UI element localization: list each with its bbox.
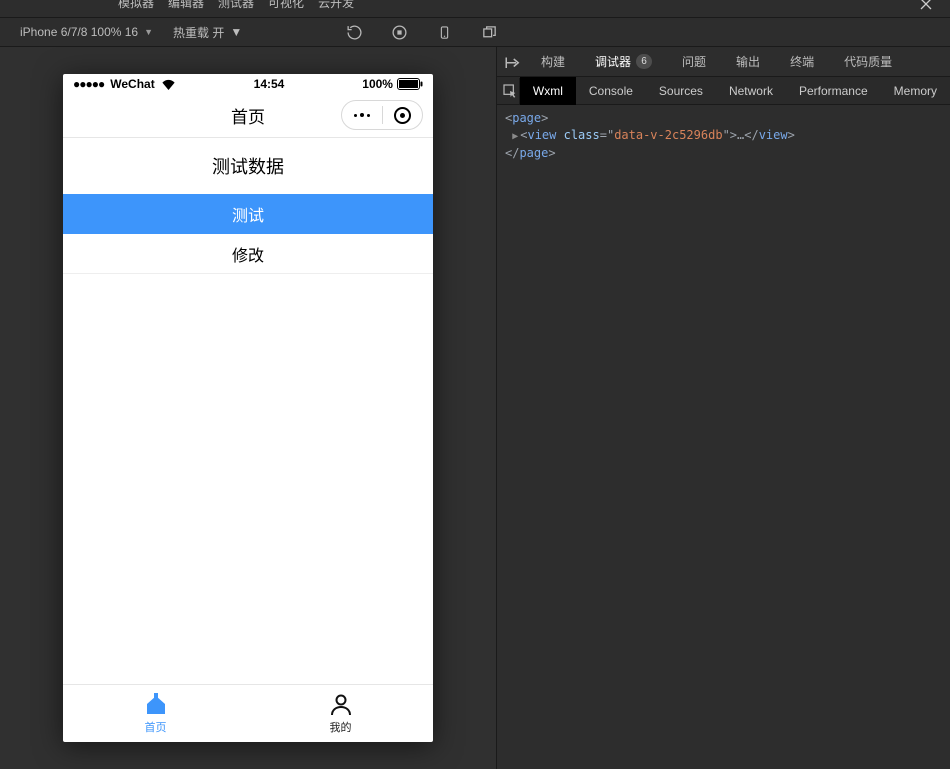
tab-terminal[interactable]: 终端 — [778, 47, 826, 77]
menu-editor[interactable]: 编辑器 — [168, 0, 204, 11]
devtools-tabs-row: Wxml Console Sources Network Performance… — [497, 77, 950, 105]
tab-problems[interactable]: 问题 — [670, 47, 718, 77]
app-menubar: 模拟器 编辑器 测试器 可视化 云开发 — [0, 0, 950, 17]
step-over-icon — [504, 55, 522, 69]
status-time: 14:54 — [254, 77, 285, 91]
device-label: iPhone 6/7/8 100% 16 — [20, 25, 138, 39]
phone-icon — [437, 24, 452, 41]
tab-mine-label: 我的 — [330, 719, 352, 735]
tab-debugger-label: 调试器 — [595, 53, 631, 70]
dom-tree-view[interactable]: <page> ▶<view class="data-v-2c5296db">…<… — [497, 105, 950, 769]
phone-simulator: ●●●●● WeChat 14:54 100% — [63, 74, 433, 742]
tab-output-label: 输出 — [736, 53, 760, 70]
menu-clouddev[interactable]: 云开发 — [318, 0, 354, 11]
home-icon — [144, 693, 168, 717]
detach-button[interactable] — [480, 23, 498, 41]
chevron-down-icon: ▼ — [144, 27, 153, 37]
step-over-button[interactable] — [503, 52, 523, 72]
debugger-badge: 6 — [636, 54, 652, 69]
refresh-icon — [346, 24, 363, 41]
phone-status-bar: ●●●●● WeChat 14:54 100% — [63, 74, 433, 94]
inspect-element-button[interactable] — [501, 78, 520, 104]
target-icon — [394, 107, 411, 124]
tab-home-label: 首页 — [145, 719, 167, 735]
devtools-tab-performance[interactable]: Performance — [786, 77, 881, 105]
menu-dots-icon — [354, 113, 370, 117]
device-orient-button[interactable] — [435, 23, 453, 41]
hot-reload-label: 热重载 开 — [173, 24, 224, 41]
tab-problems-label: 问题 — [682, 53, 706, 70]
dt-performance-label: Performance — [799, 84, 868, 98]
capsule-button-group — [341, 100, 423, 130]
devtools-tab-wxml[interactable]: Wxml — [520, 77, 576, 105]
tab-terminal-label: 终端 — [790, 53, 814, 70]
menu-simulator[interactable]: 模拟器 — [118, 0, 154, 11]
tab-build[interactable]: 构建 — [529, 47, 577, 77]
status-battery-pct: 100% — [362, 77, 393, 91]
wifi-icon — [161, 79, 176, 90]
devtools-tab-console[interactable]: Console — [576, 77, 646, 105]
stop-icon — [391, 24, 408, 41]
person-icon — [329, 693, 353, 717]
app-tabbar: 首页 我的 — [63, 684, 433, 742]
tab-home[interactable]: 首页 — [63, 685, 248, 742]
close-icon — [920, 0, 932, 10]
signal-icon: ●●●●● — [73, 77, 104, 91]
battery-icon — [397, 78, 423, 90]
devtools-tab-network[interactable]: Network — [716, 77, 786, 105]
devtools-tab-sources[interactable]: Sources — [646, 77, 716, 105]
panel-tabs-row: 构建 调试器 6 问题 输出 终端 代码质量 — [497, 47, 950, 77]
dom-node-page-close[interactable]: </page> — [505, 145, 950, 162]
dom-node-view[interactable]: ▶<view class="data-v-2c5296db">…</view> — [505, 127, 950, 145]
refresh-button[interactable] — [345, 23, 363, 41]
dt-console-label: Console — [589, 84, 633, 98]
menu-visualize[interactable]: 可视化 — [268, 0, 304, 11]
window-close-button[interactable] — [902, 0, 950, 17]
app-page-content: 测试数据 测试 修改 — [63, 138, 433, 684]
stop-button[interactable] — [390, 23, 408, 41]
dt-sources-label: Sources — [659, 84, 703, 98]
tab-debugger[interactable]: 调试器 6 — [583, 47, 664, 77]
tab-mine[interactable]: 我的 — [248, 685, 433, 742]
device-select[interactable]: iPhone 6/7/8 100% 16 ▼ — [10, 17, 163, 47]
tab-code-quality-label: 代码质量 — [844, 53, 892, 70]
tab-code-quality[interactable]: 代码质量 — [832, 47, 904, 77]
simulator-pane: ●●●●● WeChat 14:54 100% — [0, 47, 497, 769]
dt-network-label: Network — [729, 84, 773, 98]
tab-output[interactable]: 输出 — [724, 47, 772, 77]
inspect-icon — [502, 83, 518, 99]
capsule-close-button[interactable] — [383, 101, 423, 129]
chevron-down-icon: ▼ — [230, 25, 242, 39]
modify-button[interactable]: 修改 — [63, 234, 433, 274]
content-header: 测试数据 — [63, 138, 433, 194]
test-button[interactable]: 测试 — [63, 194, 433, 234]
menu-tester[interactable]: 测试器 — [218, 0, 254, 11]
tab-build-label: 构建 — [541, 53, 565, 70]
dt-wxml-label: Wxml — [533, 84, 563, 98]
dom-node-page-open[interactable]: <page> — [505, 110, 950, 127]
app-navigation-bar: 首页 — [63, 94, 433, 138]
dt-memory-label: Memory — [894, 84, 937, 98]
devtools-pane: 构建 调试器 6 问题 输出 终端 代码质量 Wxml Console Sour… — [497, 47, 950, 769]
device-toolbar: iPhone 6/7/8 100% 16 ▼ 热重载 开 ▼ — [0, 17, 950, 47]
hot-reload-toggle[interactable]: 热重载 开 ▼ — [163, 17, 252, 47]
devtools-tab-memory[interactable]: Memory — [881, 77, 950, 105]
nav-title: 首页 — [231, 103, 265, 128]
status-carrier: WeChat — [110, 77, 154, 91]
capsule-menu-button[interactable] — [342, 101, 382, 129]
windows-icon — [481, 24, 498, 41]
